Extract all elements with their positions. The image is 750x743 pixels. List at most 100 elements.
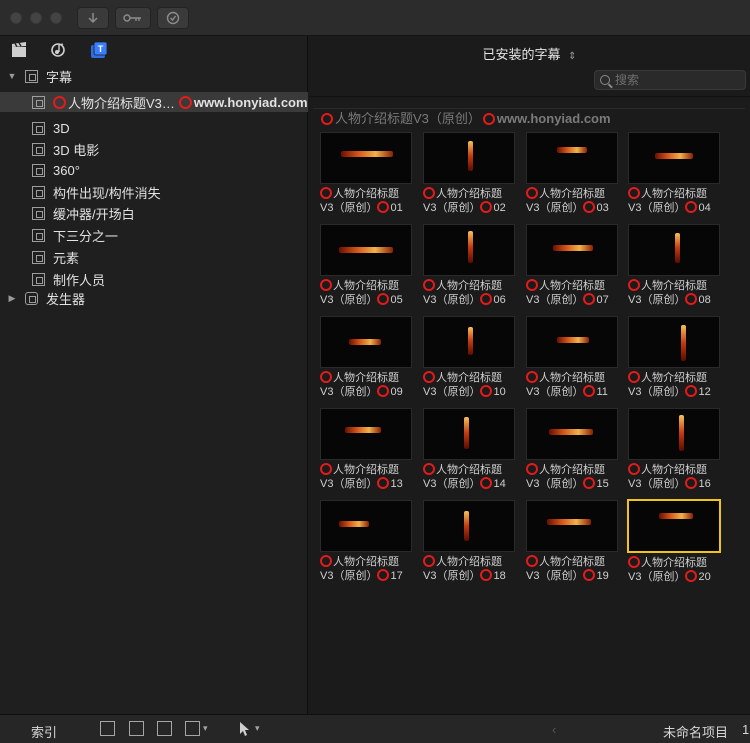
thumbnail-graphic — [557, 337, 589, 343]
title-thumbnail[interactable] — [423, 500, 515, 552]
title-tile-label: 人物介绍标题 V3（原创） 20 — [628, 556, 720, 584]
import-button[interactable] — [77, 7, 109, 29]
sidebar-item-label: 3D 电影 — [53, 142, 100, 158]
title-thumbnail[interactable] — [423, 316, 515, 368]
title-thumbnail[interactable] — [423, 132, 515, 184]
thumbnail-graphic — [341, 151, 393, 157]
sidebar-item-lower-thirds[interactable]: 下三分之一 — [0, 225, 308, 245]
title-thumbnail[interactable] — [526, 408, 618, 460]
title-tile[interactable]: 人物介绍标题 V3（原创） 07 — [526, 224, 618, 307]
title-tile[interactable]: 人物介绍标题 V3（原创） 10 — [423, 316, 515, 399]
clapper-icon[interactable] — [10, 41, 28, 59]
title-thumbnail[interactable] — [320, 500, 412, 552]
title-tile[interactable]: 人物介绍标题 V3（原创） 08 — [628, 224, 720, 307]
thumbnail-graphic — [468, 231, 473, 263]
tile-number: 12 — [698, 386, 711, 398]
background-tasks-button[interactable] — [157, 7, 189, 29]
title-tile[interactable]: 人物介绍标题 V3（原创） 13 — [320, 408, 412, 491]
title-tile[interactable]: 人物介绍标题 V3（原创） 11 — [526, 316, 618, 399]
tile-title-line2: V3（原创） — [423, 386, 481, 398]
title-thumbnail[interactable] — [526, 500, 618, 552]
title-tile[interactable]: 人物介绍标题 V3（原创） 01 — [320, 132, 412, 215]
title-tile[interactable]: 人物介绍标题 V3（原创） 05 — [320, 224, 412, 307]
title-thumbnail[interactable] — [628, 132, 720, 184]
title-tile[interactable]: 人物介绍标题 V3（原创） 14 — [423, 408, 515, 491]
tile-title-line2: V3（原创） — [526, 386, 584, 398]
title-thumbnail[interactable] — [628, 224, 720, 276]
title-tile[interactable]: 人物介绍标题 V3（原创） 06 — [423, 224, 515, 307]
red-ring-icon — [526, 279, 538, 291]
sidebar-item-build-in-out[interactable]: 构件出现/构件消失 — [0, 182, 308, 202]
title-tile[interactable]: 人物介绍标题 V3（原创） 19 — [526, 500, 618, 583]
tile-title-line1: 人物介绍标题 — [436, 280, 502, 292]
browser-title-menu[interactable]: 已安装的字幕 ⇕ — [309, 44, 750, 63]
red-ring-icon — [320, 371, 332, 383]
title-thumbnail[interactable] — [526, 316, 618, 368]
title-tile[interactable]: 人物介绍标题 V3（原创） 18 — [423, 500, 515, 583]
disclosure-open-icon[interactable]: ▼ — [7, 71, 17, 81]
thumbnail-graphic — [345, 427, 381, 433]
sidebar-item-3d-cinematic[interactable]: 3D 电影 — [0, 139, 308, 159]
title-tile[interactable]: 人物介绍标题 V3（原创） 12 — [628, 316, 720, 399]
title-tile[interactable]: 人物介绍标题 V3（原创） 09 — [320, 316, 412, 399]
title-thumbnail[interactable] — [320, 224, 412, 276]
close-window-button[interactable] — [10, 12, 22, 24]
title-thumbnail[interactable] — [423, 224, 515, 276]
sidebar-item-character-intro[interactable]: 人物介绍标题V3… www.honyiad.com — [0, 92, 308, 112]
title-thumbnail[interactable] — [526, 224, 618, 276]
tile-number: 03 — [596, 202, 609, 214]
minimize-window-button[interactable] — [30, 12, 42, 24]
search-field[interactable]: 搜索 — [594, 70, 746, 90]
tile-title-line2: V3（原创） — [320, 294, 378, 306]
title-tile[interactable]: 人物介绍标题 V3（原创） 03 — [526, 132, 618, 215]
index-button[interactable]: 索引 — [31, 722, 57, 741]
title-thumbnail[interactable] — [628, 408, 720, 460]
title-thumbnail[interactable] — [320, 408, 412, 460]
music-icon[interactable] — [50, 41, 68, 59]
red-ring-icon — [628, 371, 640, 383]
red-ring-icon — [628, 556, 640, 568]
disclosure-closed-icon[interactable]: ▶ — [7, 293, 17, 304]
sidebar-item-3d[interactable]: 3D — [0, 118, 308, 138]
title-tile-label: 人物介绍标题 V3（原创） 03 — [526, 187, 618, 215]
chevron-down-icon[interactable]: ▾ — [203, 723, 208, 734]
tile-title-line2: V3（原创） — [526, 478, 584, 490]
title-thumbnail[interactable] — [320, 132, 412, 184]
chevron-down-icon[interactable]: ▾ — [255, 723, 260, 734]
title-thumbnail[interactable] — [423, 408, 515, 460]
tile-title-line1: 人物介绍标题 — [333, 280, 399, 292]
title-tile[interactable]: 人物介绍标题 V3（原创） 20 — [627, 499, 721, 584]
tile-title-line1: 人物介绍标题 — [436, 556, 502, 568]
titles-icon[interactable]: T — [90, 41, 108, 59]
title-tile[interactable]: 人物介绍标题 V3（原创） 04 — [628, 132, 720, 215]
sidebar-item-generators[interactable]: ▶ 发生器 — [0, 288, 308, 308]
connect-clip-icon[interactable] — [157, 721, 172, 736]
thumbnail-graphic — [339, 521, 369, 527]
status-bar: 索引 ▾ ▾ ‹ 未命名项目 1( — [0, 714, 750, 743]
tile-number: 10 — [493, 386, 506, 398]
red-ring-icon — [480, 201, 493, 213]
back-arrow-icon[interactable]: ‹ — [552, 722, 556, 737]
append-clip-icon[interactable] — [100, 721, 115, 736]
sidebar-item-elements[interactable]: 元素 — [0, 247, 308, 267]
sidebar-item-bumper-opener[interactable]: 缓冲器/开场白 — [0, 203, 308, 223]
keyword-button[interactable] — [115, 7, 151, 29]
sidebar-item-credits[interactable]: 制作人员 — [0, 269, 308, 289]
tile-number: 09 — [390, 386, 403, 398]
select-tool-icon[interactable] — [238, 721, 250, 737]
zoom-window-button[interactable] — [50, 12, 62, 24]
sidebar-item-titles[interactable]: ▼ 字幕 — [0, 66, 308, 86]
title-thumbnail[interactable] — [526, 132, 618, 184]
title-tile[interactable]: 人物介绍标题 V3（原创） 16 — [628, 408, 720, 491]
title-thumbnail[interactable] — [627, 499, 721, 553]
title-tile[interactable]: 人物介绍标题 V3（原创） 15 — [526, 408, 618, 491]
title-tile[interactable]: 人物介绍标题 V3（原创） 17 — [320, 500, 412, 583]
title-thumbnail[interactable] — [628, 316, 720, 368]
sidebar-item-360[interactable]: 360° — [0, 160, 308, 180]
title-thumbnail[interactable] — [320, 316, 412, 368]
insert-clip-icon[interactable] — [129, 721, 144, 736]
title-tile[interactable]: 人物介绍标题 V3（原创） 02 — [423, 132, 515, 215]
search-icon — [600, 75, 610, 85]
thumbnail-graphic — [547, 519, 591, 525]
overwrite-clip-icon[interactable] — [185, 721, 200, 736]
